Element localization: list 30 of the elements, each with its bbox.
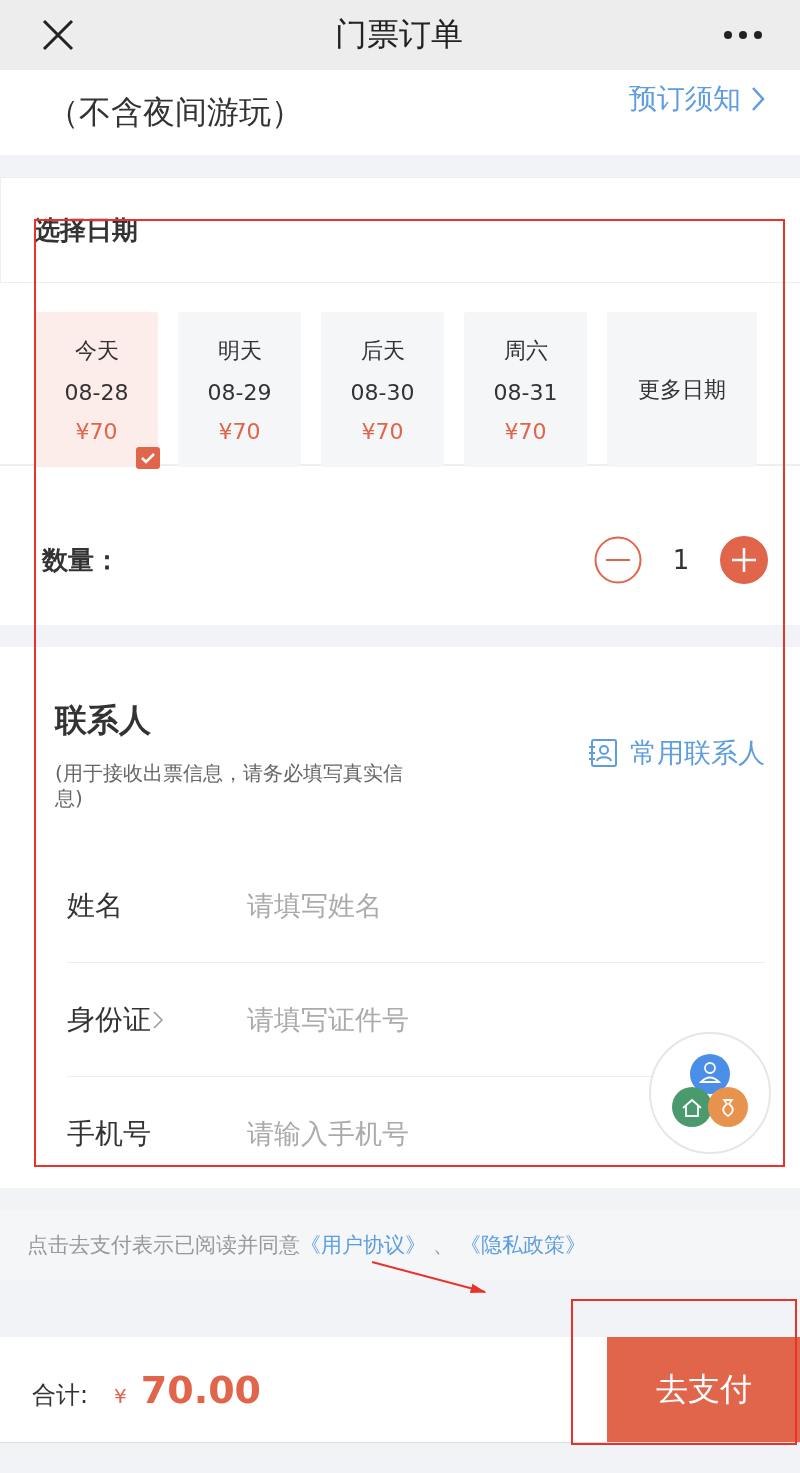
- date-option[interactable]: 周六 08-31 ¥70: [464, 312, 587, 467]
- contact-book-icon: [588, 738, 618, 768]
- total-label: 合计:: [32, 1379, 89, 1411]
- field-label: 手机号: [67, 1115, 151, 1152]
- input-field[interactable]: 请填写证件号: [247, 1004, 627, 1035]
- input-field[interactable]: 请输入手机号: [247, 1118, 627, 1149]
- chevron-right-icon: [751, 86, 765, 112]
- agreement-text: 点击去支付表示已阅读并同意《用户协议》 、 《隐私政策》: [27, 1232, 587, 1259]
- quantity-label: 数量：: [42, 543, 120, 577]
- date-option[interactable]: 后天 08-30 ¥70: [321, 312, 444, 467]
- plus-button[interactable]: [720, 536, 768, 584]
- currency-symbol: ¥: [114, 1383, 127, 1408]
- ticket-name: （不含夜间游玩）: [47, 92, 303, 132]
- date-option[interactable]: 明天 08-29 ¥70: [178, 312, 301, 467]
- date-option[interactable]: 今天 08-28 ¥70: [35, 312, 158, 467]
- hint-text: (用于接收出票信息，请务必填写真实信息): [55, 761, 404, 811]
- input-field[interactable]: 请填写姓名: [247, 890, 627, 921]
- page-title: 门票订单: [335, 14, 463, 55]
- close-icon[interactable]: [42, 19, 74, 51]
- check-icon: [136, 447, 160, 469]
- more-icon[interactable]: [724, 31, 762, 39]
- date-option[interactable]: 更多日期: [607, 312, 757, 467]
- id-type-selector[interactable]: 身份证: [67, 1000, 163, 1039]
- total-amount: 70.00: [140, 1367, 262, 1412]
- minus-button[interactable]: [594, 536, 642, 584]
- floating-service-button[interactable]: [649, 1032, 771, 1154]
- section-title: 联系人: [55, 700, 152, 741]
- quantity-value: 1: [671, 545, 691, 575]
- field-label: 姓名: [67, 887, 123, 924]
- chevron-right-icon: [153, 1009, 163, 1030]
